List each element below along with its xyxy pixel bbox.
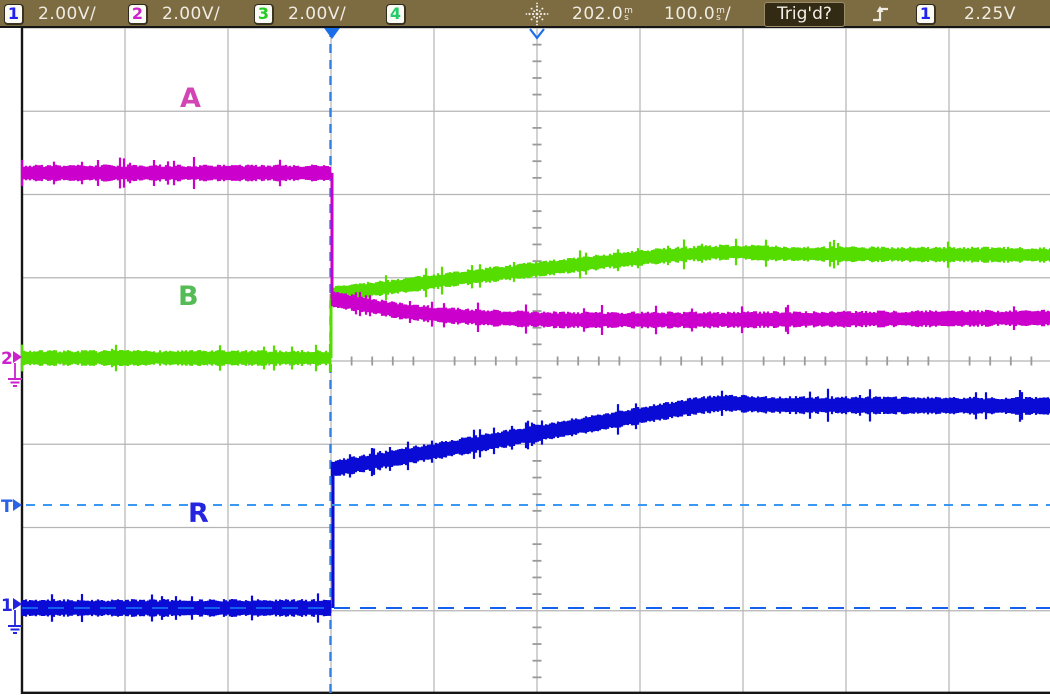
scope-graticule: 2 T 1 A B R [0, 28, 1050, 694]
status-bar: 1 2.00V/ 2 2.00V/ 3 2.00V/ 4 [0, 0, 1050, 28]
channel-2-button[interactable]: 2 [128, 0, 148, 28]
trace-label-B: B [178, 281, 199, 312]
rising-edge-icon [872, 0, 890, 28]
trigger-time-marker [324, 28, 340, 39]
trigger-level-readout: 2.25V [964, 0, 1016, 28]
trigger-status-badge: Trig'd? [764, 0, 845, 28]
channel-2-scale: 2.00V/ [162, 0, 220, 28]
left-marker-arrow-2 [13, 351, 22, 363]
trace-label-R: R [188, 498, 209, 529]
trigger-source-number[interactable]: 1 [916, 4, 936, 25]
channel-3-number[interactable]: 3 [254, 4, 274, 25]
timebase-readout: 100.0 m s / [664, 0, 731, 28]
channel-1-scale: 2.00V/ [38, 0, 96, 28]
trace-B-band [332, 239, 1050, 301]
left-marker-label-2: 2 [1, 349, 13, 369]
left-marker-arrow-T [13, 499, 22, 511]
channel-3-scale: 2.00V/ [288, 0, 346, 28]
trace-label-A: A [180, 83, 201, 114]
channel-2-number[interactable]: 2 [128, 4, 148, 25]
channel-4-button[interactable]: 4 [386, 0, 406, 28]
channel-3-button[interactable]: 3 [254, 0, 274, 28]
trigger-source-button[interactable]: 1 [916, 0, 936, 28]
left-marker-label-1: 1 [1, 596, 13, 616]
channel-1-number[interactable]: 1 [4, 4, 24, 25]
channel-1-button[interactable]: 1 [4, 0, 24, 28]
left-marker-arrow-1 [13, 598, 22, 610]
trace-R-band [332, 389, 1050, 478]
left-marker-label-T: T [1, 497, 13, 517]
channel-4-number[interactable]: 4 [386, 4, 406, 25]
delay-readout: 202.0 m s [572, 0, 633, 28]
snowflake-icon [524, 0, 550, 28]
waveform-display: 2 T 1 A B R [0, 28, 1050, 694]
